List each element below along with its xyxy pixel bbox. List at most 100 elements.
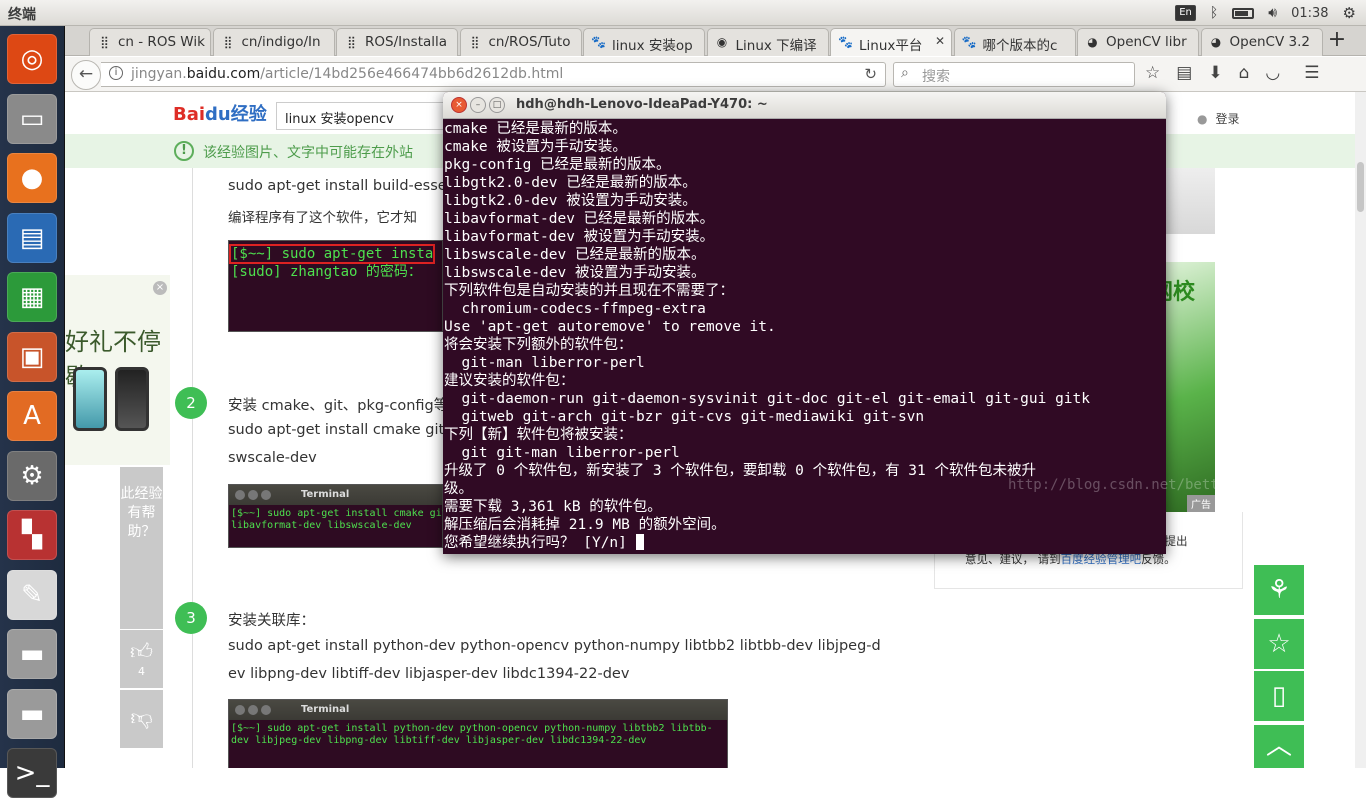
reading-list-icon[interactable]: ▤ — [1176, 63, 1192, 83]
download-icon[interactable]: ⬇ — [1208, 63, 1222, 83]
notice-info-icon: ! — [174, 141, 194, 161]
step3-title: 安装关联库： — [228, 613, 315, 629]
search-placeholder: 搜索 — [922, 69, 950, 85]
terminal-line: 下列【新】软件包将被安装： — [444, 427, 633, 443]
phone-image — [73, 367, 107, 431]
browser-tab[interactable]: ⣿ cn - ROS Wik — [89, 28, 211, 56]
browser-tab[interactable]: ◉ Linux 下编译 — [706, 28, 829, 56]
pocket-icon[interactable]: ◡ — [1265, 63, 1280, 83]
menu-icon[interactable]: ☰ — [1304, 63, 1319, 83]
launcher: ◎ ▭ ● ▤ ▦ ▣ A ⚙ ▚ ✎ ▬ ▬ >_ — [0, 26, 65, 798]
tab-label: Linux平台 — [859, 38, 923, 54]
bookmark-button[interactable]: ▯ — [1254, 671, 1304, 721]
close-icon[interactable]: × — [451, 97, 467, 113]
launcher-ubuntu-dash-icon[interactable]: ◎ — [7, 34, 57, 84]
like-count: 4 — [138, 665, 145, 678]
terminal-line: git git-man liberror-perl — [444, 445, 680, 461]
step3-term-body: [$~~] sudo apt-get install python-dev py… — [231, 723, 713, 746]
thumbs-down-icon: 👎︎ — [130, 706, 153, 731]
browser-tab[interactable]: ⣿ cn/indigo/In — [212, 28, 335, 56]
browser-tab[interactable]: ◕ OpenCV libr — [1077, 28, 1199, 56]
launcher-settings-icon[interactable]: ⚙ — [7, 450, 57, 501]
system-tray: En ᛒ 🔊︎ 01:38 ⚙ — [1175, 3, 1356, 23]
tab-strip: ⣿ cn - ROS Wik ⣿ cn/indigo/In ⣿ ROS/Installa ⣿… — [65, 26, 1366, 56]
tab-favicon-icon: 🐾 — [961, 35, 977, 49]
browser-tab[interactable]: ◕ OpenCV 3.2 — [1200, 28, 1323, 56]
search-input[interactable]: ⌕ 搜索 — [893, 62, 1135, 87]
terminal-line: 需要下载 3,361 kB 的软件包。 — [444, 499, 662, 515]
launcher-disk2-icon[interactable]: ▬ — [7, 688, 57, 739]
gear-icon[interactable]: ⚙ — [1343, 4, 1356, 22]
tab-favicon-icon: 🐾 — [591, 35, 606, 49]
tab-label: OpenCV 3.2 — [1229, 34, 1310, 50]
baidu-logo[interactable]: Baidu经验 — [173, 100, 267, 126]
dislike-button[interactable]: 👎︎ — [120, 690, 163, 748]
reload-icon[interactable]: ↻ — [864, 65, 877, 83]
browser-tab[interactable]: ⣿ ROS/Installa — [336, 28, 458, 56]
url-bar[interactable]: i jingyan.baidu.com/article/14bd256e4664… — [101, 62, 886, 87]
terminal-line: Use 'apt-get autoremove' to remove it. — [444, 319, 776, 335]
login-link[interactable]: 登录 — [1197, 110, 1239, 127]
step3-screenshot: Terminal [$~~] sudo apt-get install pyth… — [228, 699, 728, 768]
terminal-prompt-line[interactable]: 您希望继续执行吗？ [Y/n] — [444, 534, 1166, 552]
tab-favicon-icon: ⣿ — [347, 35, 356, 49]
bluetooth-icon[interactable]: ᛒ — [1210, 5, 1218, 21]
share-button[interactable]: ⚘ — [1254, 565, 1304, 615]
bookmark-star-icon[interactable]: ☆ — [1145, 63, 1160, 83]
feedback-post: 反馈。 — [1141, 552, 1176, 566]
terminal-line: libavformat-dev 被设置为手动安装。 — [444, 229, 715, 245]
browser-tab[interactable]: 🐾 哪个版本的c — [953, 28, 1076, 56]
text-cursor — [635, 534, 644, 550]
info-icon[interactable]: i — [109, 66, 123, 80]
tab-favicon-icon: 🐾 — [838, 35, 853, 49]
launcher-terminal-icon[interactable]: >_ — [7, 748, 57, 798]
launcher-writer-icon[interactable]: ▤ — [7, 212, 57, 263]
clock[interactable]: 01:38 — [1291, 6, 1328, 21]
terminal-window[interactable]: × – □ hdh@hdh-Lenovo-IdeaPad-Y470: ~ cma… — [443, 92, 1286, 554]
feedback-link[interactable]: 百度经验管理吧 — [1061, 552, 1142, 566]
keyboard-layout-indicator[interactable]: En — [1175, 5, 1196, 21]
volume-icon[interactable]: 🔊︎ — [1268, 5, 1277, 21]
step2-term-title: Terminal — [301, 489, 350, 500]
steps-timeline — [192, 168, 193, 768]
step3-command-cont: ev libpng-dev libtiff-dev libjasper-dev … — [228, 666, 630, 682]
site-search-input[interactable]: linux 安装opencv — [276, 102, 446, 130]
new-tab-button[interactable]: + — [1322, 26, 1352, 56]
navigation-toolbar: ← i jingyan.baidu.com/article/14bd256e46… — [65, 57, 1366, 92]
browser-tab[interactable]: 🐾 linux 安装op — [583, 28, 705, 56]
page-scrollbar[interactable] — [1355, 92, 1366, 768]
back-to-top-button[interactable]: ︿ — [1254, 725, 1304, 768]
terminal-line: cmake 被设置为手动安装。 — [444, 139, 627, 155]
launcher-pdf-viewer-icon[interactable]: ✎ — [7, 569, 57, 620]
terminal-titlebar[interactable]: × – □ hdh@hdh-Lenovo-IdeaPad-Y470: ~ — [443, 92, 1166, 119]
launcher-software-center-icon[interactable]: A — [7, 391, 57, 441]
launcher-workspaces-icon[interactable]: ▚ — [7, 510, 57, 560]
step1-description: 编译程序有了这个软件，它才知 — [228, 210, 417, 226]
tab-close-icon[interactable]: ✕ — [935, 34, 945, 48]
minimize-icon[interactable]: – — [470, 97, 486, 113]
terminal-prompt: 您希望继续执行吗？ [Y/n] — [444, 535, 636, 551]
launcher-calc-icon[interactable]: ▦ — [7, 272, 57, 322]
ad-close-icon[interactable]: × — [153, 281, 167, 295]
launcher-firefox-icon[interactable]: ● — [7, 153, 57, 203]
terminal-title: hdh@hdh-Lenovo-IdeaPad-Y470: ~ — [516, 97, 768, 112]
side-ad[interactable]: × 好礼不停歇 — [65, 275, 170, 465]
launcher-impress-icon[interactable]: ▣ — [7, 331, 57, 382]
like-button[interactable]: 👍︎ 4 — [120, 630, 163, 688]
launcher-files-icon[interactable]: ▭ — [7, 93, 57, 144]
tab-favicon-icon: ⣿ — [100, 35, 109, 49]
favorite-button[interactable]: ☆ — [1254, 619, 1304, 669]
back-button[interactable]: ← — [71, 60, 101, 90]
launcher-disk-icon[interactable]: ▬ — [7, 629, 57, 679]
browser-tab[interactable]: ⣿ cn/ROS/Tuto — [459, 28, 582, 56]
scroll-thumb[interactable] — [1357, 162, 1364, 212]
tab-favicon-icon: ⣿ — [470, 35, 480, 49]
tab-favicon-icon: ⣿ — [223, 35, 233, 49]
chevron-up-icon: ︿ — [1265, 731, 1292, 761]
browser-tab[interactable]: 🐾 Linux平台 ✕ — [830, 28, 952, 56]
terminal-line: git-daemon-run git-daemon-sysvinit git-d… — [444, 391, 1091, 407]
maximize-icon[interactable]: □ — [489, 97, 505, 113]
battery-icon[interactable] — [1232, 7, 1255, 19]
home-icon[interactable]: ⌂ — [1239, 63, 1250, 83]
step1-term-line2: [sudo] zhangtao 的密码： — [231, 264, 422, 280]
